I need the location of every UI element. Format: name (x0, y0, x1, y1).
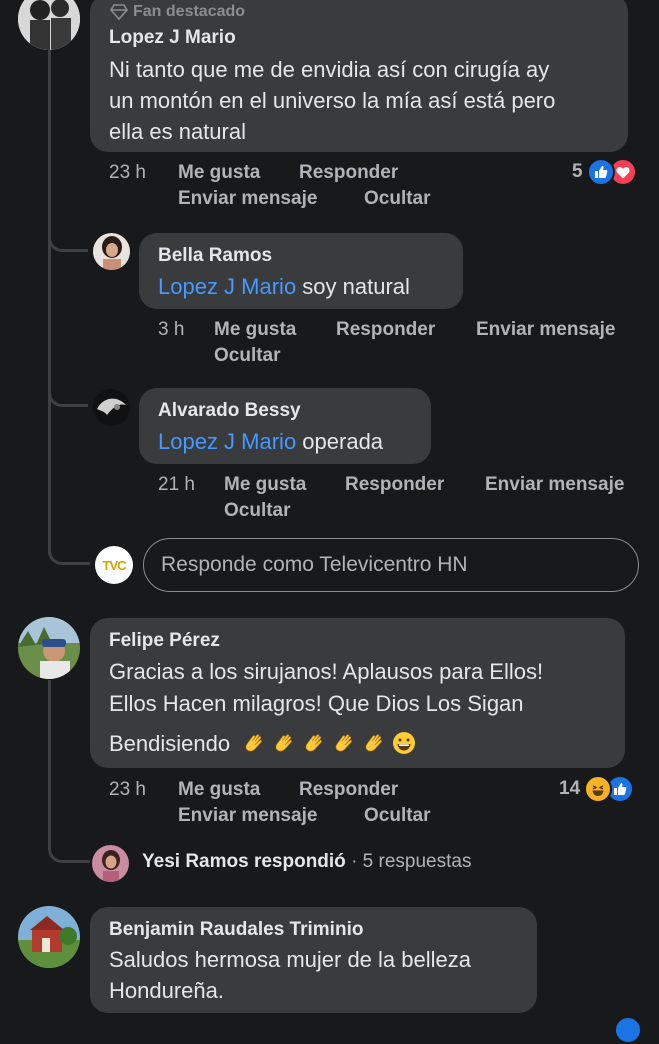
grinning-face-icon (393, 732, 416, 754)
timestamp[interactable]: 21 h (158, 474, 195, 495)
reactions-summary[interactable]: 5 (572, 158, 637, 186)
reply-author: Yesi Ramos (142, 851, 249, 872)
reply-button[interactable]: Responder (336, 317, 435, 343)
mention-link[interactable]: Lopez J Mario (158, 274, 296, 299)
clapping-hands-icon (305, 734, 323, 752)
badge-label: Fan destacado (133, 3, 246, 20)
like-button[interactable]: Me gusta (178, 160, 260, 186)
hide-button[interactable]: Ocultar (364, 803, 431, 829)
reaction-count: 5 (572, 161, 583, 182)
like-icon (614, 1016, 642, 1044)
reaction-count: 14 (559, 778, 581, 799)
hide-button[interactable]: Ocultar (214, 343, 281, 369)
clapping-hands-icon (335, 734, 353, 752)
haha-icon (584, 775, 613, 803)
comment-text: Saludos hermosa mujer de la belleza Hond… (109, 947, 471, 1003)
avatar[interactable] (18, 906, 80, 968)
like-icon (586, 158, 615, 186)
timestamp[interactable]: 23 h (109, 162, 146, 183)
reactions-summary[interactable]: 14 (559, 775, 635, 803)
comment-text: Lopez J Mario operada (158, 429, 384, 454)
avatar[interactable] (92, 845, 129, 882)
comment-text: Gracias a los sirujanos! Aplausos para E… (109, 659, 544, 756)
comment-author[interactable]: Benjamin Raudales Triminio (109, 919, 363, 941)
reply-input-placeholder: Responde como Televicentro HN (161, 553, 468, 576)
reply-button[interactable]: Responder (299, 777, 398, 803)
reply-input[interactable]: Responde como Televicentro HN (143, 538, 639, 592)
clapping-hands-icon (365, 734, 383, 752)
page-avatar: TVC (95, 546, 133, 584)
avatar[interactable] (93, 233, 130, 270)
clapping-hands-icon (245, 734, 263, 752)
send-message-button[interactable]: Enviar mensaje (485, 472, 624, 498)
diamond-icon (110, 4, 128, 20)
send-message-button[interactable]: Enviar mensaje (178, 803, 317, 829)
tvc-logo-text: TVC (102, 557, 127, 573)
timestamp[interactable]: 23 h (109, 779, 146, 800)
comment-actions: 23 h Me gusta Responder Enviar mensaje O… (109, 777, 431, 826)
comment-text: Ni tanto que me de envidia así con cirug… (109, 57, 556, 144)
comment-author[interactable]: Lopez J Mario (109, 27, 236, 49)
comment-text: Lopez J Mario soy natural (158, 274, 410, 299)
like-button[interactable]: Me gusta (214, 317, 296, 343)
thread-branch (48, 540, 90, 565)
avatar[interactable] (18, 617, 80, 679)
reply-button[interactable]: Responder (345, 472, 444, 498)
hide-button[interactable]: Ocultar (224, 498, 291, 524)
avatar[interactable] (18, 0, 80, 50)
thread-branch (48, 838, 90, 863)
comment-actions: 21 h Me gusta Responder Enviar mensaje O… (158, 472, 624, 521)
thread-line (48, 48, 51, 553)
comment-author[interactable]: Felipe Pérez (109, 630, 220, 652)
like-button[interactable]: Me gusta (178, 777, 260, 803)
comment-author[interactable]: Bella Ramos (158, 245, 272, 267)
comment-author[interactable]: Alvarado Bessy (158, 400, 301, 422)
comment-actions: 23 h Me gusta Responder Enviar mensaje O… (109, 160, 431, 209)
timestamp[interactable]: 3 h (158, 319, 184, 340)
mention-link[interactable]: Lopez J Mario (158, 429, 296, 454)
avatar[interactable] (93, 389, 130, 426)
hide-button[interactable]: Ocultar (364, 186, 431, 212)
thread-branch (48, 385, 88, 407)
like-button[interactable]: Me gusta (224, 472, 306, 498)
clapping-hands-icon (275, 734, 293, 752)
send-message-button[interactable]: Enviar mensaje (476, 317, 615, 343)
top-fan-badge: Fan destacado (110, 3, 245, 21)
thread-branch (48, 230, 88, 252)
reply-button[interactable]: Responder (299, 160, 398, 186)
comment-actions: 3 h Me gusta Responder Enviar mensaje Oc… (158, 317, 615, 366)
view-replies-link[interactable]: Yesi Ramos respondió · 5 respuestas (142, 851, 471, 873)
send-message-button[interactable]: Enviar mensaje (178, 186, 317, 212)
thread-line (48, 680, 51, 845)
